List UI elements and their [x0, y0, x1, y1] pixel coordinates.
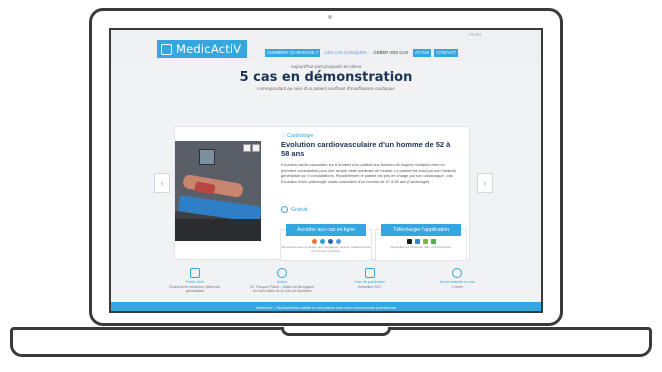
calendar-icon [364, 268, 375, 278]
laptop-notch [281, 327, 391, 336]
laptop-screen: FR EN MedicActiV COMMENT ÇA MARCHE ? LES… [109, 28, 543, 313]
play-store-icon [430, 239, 436, 244]
price-label: Gratuit [281, 206, 308, 213]
hero-pretitle: Aujourd'hui sont proposés en démo [290, 64, 362, 69]
windows-icon [414, 239, 420, 244]
cta-online-box: Accéder aux cas en ligne Fonctionne avec… [280, 224, 372, 261]
logo-icon [161, 43, 172, 55]
feature-audience: Public cible Etudiants en médecine, Méde… [163, 268, 227, 293]
logo-text: MedicActiV [176, 42, 242, 56]
feature-author: Auteur Dr. François Pichot – Maître de B… [250, 268, 314, 293]
nav-contact[interactable]: CONTACT [434, 48, 459, 57]
download-app-button[interactable]: Télécharger l'application [381, 224, 461, 236]
apple-icon [406, 239, 412, 244]
camera-icon [328, 15, 332, 19]
language-switch[interactable]: FR EN [469, 32, 481, 37]
main-nav: COMMENT ÇA MARCHE ? LES CAS CLINIQUES CR… [265, 48, 459, 57]
case-description: Evolution cardio-vasculaire sur 6 années… [281, 162, 457, 184]
tag-icon [281, 206, 288, 213]
site-header: FR EN MedicActiV COMMENT ÇA MARCHE ? LES… [111, 30, 541, 62]
hero: Aujourd'hui sont proposés en démo 5 cas … [111, 64, 541, 91]
gallery-icon[interactable] [243, 144, 251, 152]
site-footer: MedicActiV – Représentation réaliste de … [111, 302, 541, 311]
feature-row: Public cible Etudiants en médecine, Méde… [111, 268, 541, 293]
carousel-prev-button[interactable]: ‹ [154, 173, 170, 193]
case-photo [175, 141, 261, 241]
chrome-icon [319, 239, 325, 244]
fullscreen-icon[interactable] [252, 144, 260, 152]
carousel-next-button[interactable]: › [477, 173, 493, 193]
feature-date: Date de publication Décembre 2017 [338, 268, 402, 293]
cta-app-box: Télécharger l'application Disponible sur… [375, 224, 467, 261]
website: FR EN MedicActiV COMMENT ÇA MARCHE ? LES… [111, 30, 541, 311]
firefox-icon [311, 239, 317, 244]
user-icon [277, 268, 288, 278]
cta-online-note: Fonctionne avec la plupart des navigateu… [281, 245, 371, 253]
site-logo[interactable]: MedicActiV [157, 40, 247, 58]
nav-how-it-works[interactable]: COMMENT ÇA MARCHE ? [265, 48, 321, 57]
nav-news[interactable]: ACTUS [413, 48, 432, 57]
laptop-lid: FR EN MedicActiV COMMENT ÇA MARCHE ? LES… [89, 8, 563, 326]
case-title: Evolution cardiovasculaire d'un homme de… [281, 140, 451, 158]
android-icon [422, 239, 428, 244]
feature-duration: Durée estimée du cas 1 heure [425, 268, 489, 293]
access-online-button[interactable]: Accéder aux cas en ligne [286, 224, 366, 236]
browser-icons [281, 239, 371, 244]
users-icon [189, 268, 200, 278]
nav-clinical-cases[interactable]: LES CAS CLINIQUES [323, 49, 368, 57]
nav-create-cases[interactable]: CRÉER VOS CAS [372, 49, 410, 57]
clock-icon [452, 268, 463, 278]
laptop-base [10, 327, 652, 357]
platform-icons [376, 239, 466, 244]
chevron-left-icon: ‹ [160, 178, 164, 188]
ie-icon [327, 239, 333, 244]
case-specialty: ♡ Cardiologie [281, 133, 314, 139]
safari-icon [335, 239, 341, 244]
chevron-right-icon: › [483, 178, 487, 188]
hero-title: 5 cas en démonstration [239, 70, 413, 85]
hero-subtitle: correspondant au suivi d'un patient souf… [257, 86, 395, 91]
cta-app-note: Disponible sur Windows, Mac, iOS et Andr… [390, 245, 452, 249]
